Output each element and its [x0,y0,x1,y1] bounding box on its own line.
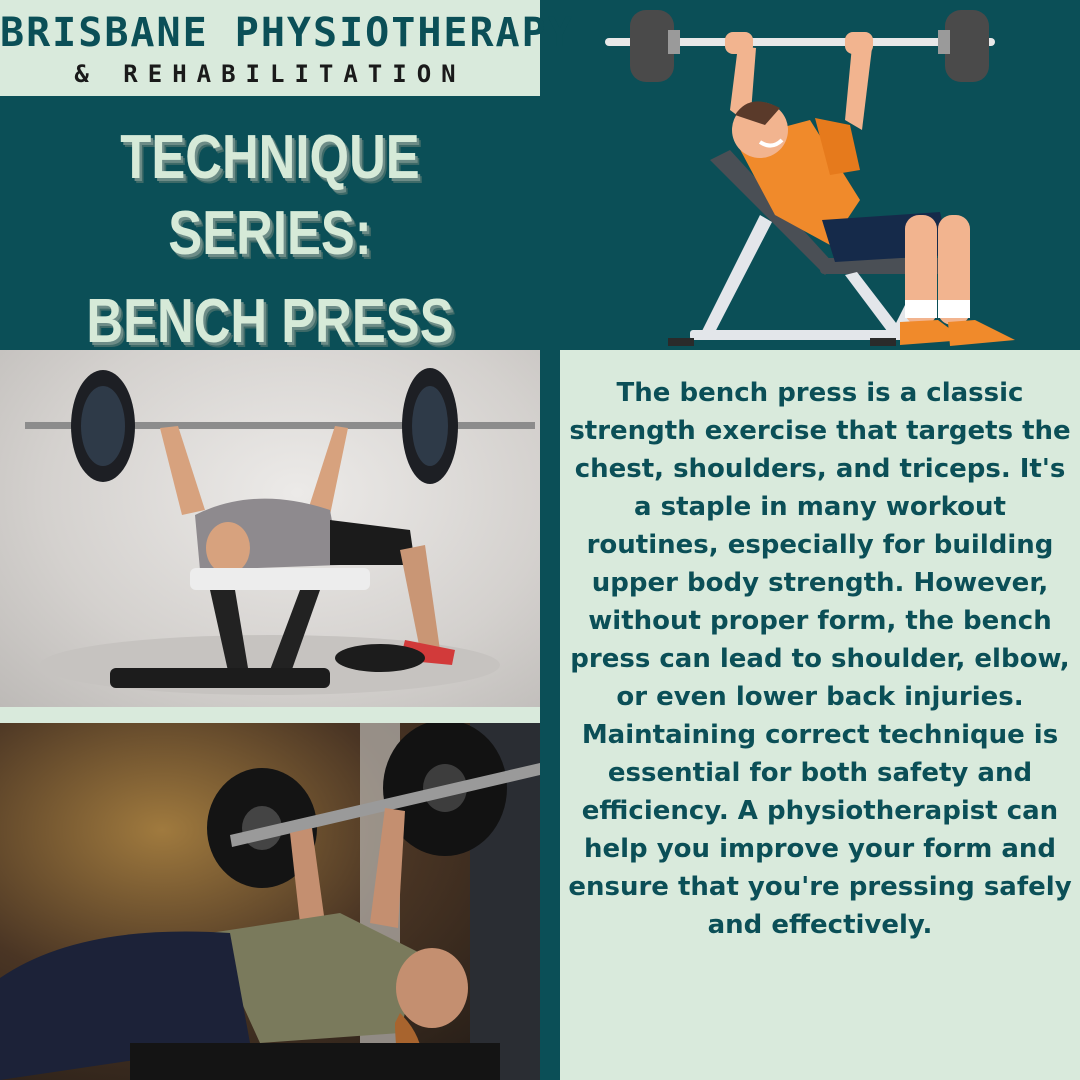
plate-left [630,10,674,82]
series-title-line1: TECHNIQUE SERIES: [120,123,420,268]
series-title-line2: BENCH PRESS [86,287,454,356]
brand-name: BRISBANE PHYSIOTHERAPY [0,10,574,56]
photo1-svg [25,368,535,695]
photo-woman-bench-press [0,723,540,1080]
plate-right [945,10,989,82]
photo2-svg [0,723,540,1080]
brand-subtitle: & REHABILITATION [74,60,466,88]
description-panel: The bench press is a classic strength ex… [560,350,1080,1080]
illustration-svg [605,10,1015,346]
photo-divider [0,707,540,723]
series-title: TECHNIQUE SERIES: BENCH PRESS [49,120,492,360]
brand-header: BRISBANE PHYSIOTHERAPY & REHABILITATION [0,0,574,96]
bench-press-illustration [560,0,1080,350]
description-text: The bench press is a classic strength ex… [568,378,1072,940]
photo-man-bench-press [0,350,540,707]
